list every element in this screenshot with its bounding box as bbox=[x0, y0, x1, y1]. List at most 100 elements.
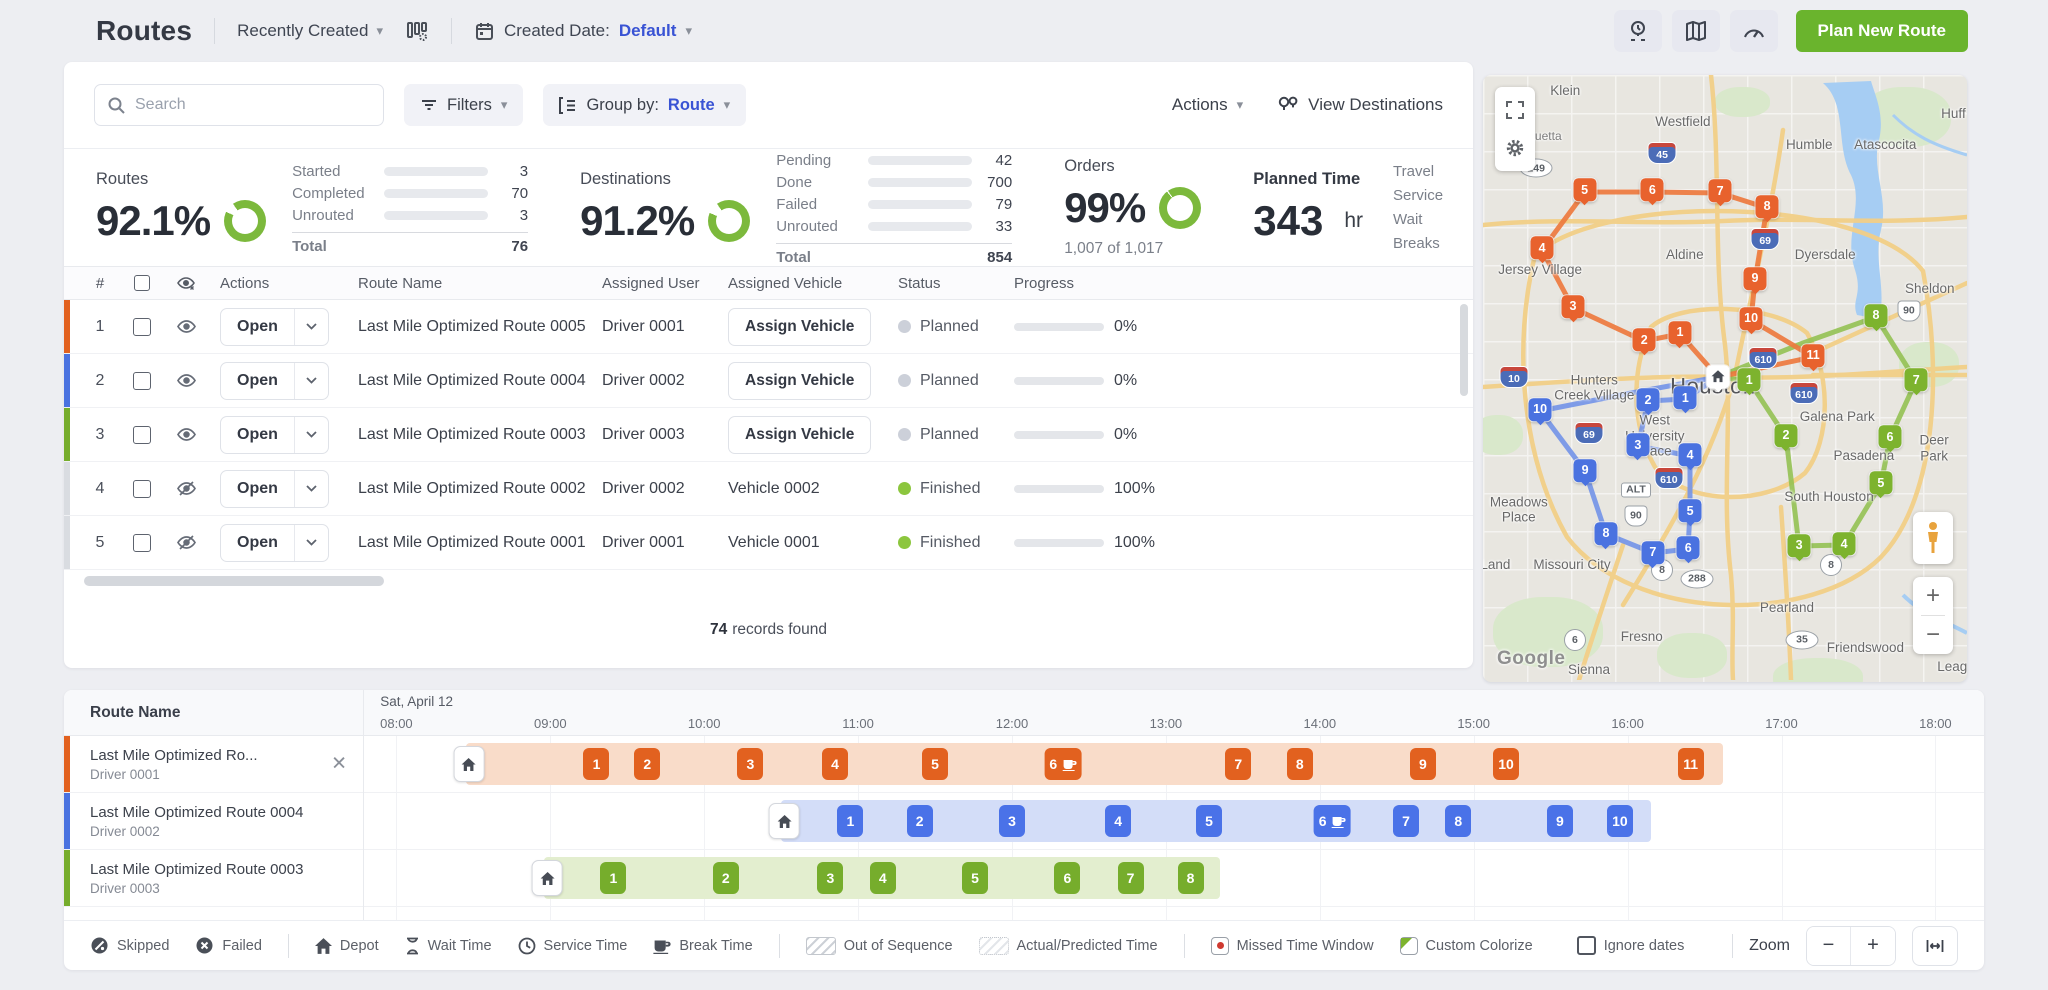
gantt-stop[interactable]: 6 bbox=[1044, 748, 1081, 780]
eye-icon[interactable] bbox=[176, 372, 197, 389]
map-stop-marker[interactable]: 8 bbox=[1865, 304, 1888, 327]
map-settings-gear-icon[interactable] bbox=[1495, 131, 1535, 165]
map-zoom-in-button[interactable]: + bbox=[1913, 577, 1953, 615]
map-stop-marker[interactable]: 6 bbox=[1879, 425, 1902, 448]
search-box[interactable] bbox=[94, 84, 384, 126]
route-name[interactable]: Last Mile Optimized Route 0005 bbox=[348, 318, 588, 336]
map-stop-marker[interactable]: 10 bbox=[1529, 398, 1552, 421]
route-name[interactable]: Last Mile Optimized Route 0004 bbox=[348, 372, 588, 390]
group-by-dropdown[interactable]: Group by: Route ▾ bbox=[543, 84, 746, 126]
dashboard-gauge-button[interactable] bbox=[1730, 10, 1778, 52]
horizontal-scrollbar-thumb[interactable] bbox=[84, 576, 384, 586]
route-name[interactable]: Last Mile Optimized Route 0001 bbox=[348, 534, 588, 552]
timeline-fit-width-button[interactable] bbox=[1912, 926, 1958, 966]
map-stop-marker[interactable]: 7 bbox=[1905, 368, 1928, 391]
gantt-stop[interactable]: 3 bbox=[817, 862, 843, 894]
gantt-stop[interactable]: 5 bbox=[922, 748, 948, 780]
open-route-button[interactable]: Open bbox=[220, 524, 329, 562]
map-stop-marker[interactable]: 9 bbox=[1744, 267, 1767, 290]
gantt-route-list-item[interactable]: Last Mile Optimized Ro... Driver 0001 ✕ bbox=[64, 736, 363, 793]
map-view-button[interactable] bbox=[1672, 10, 1720, 52]
assign-vehicle-button[interactable]: Assign Vehicle bbox=[728, 308, 871, 346]
actions-dropdown[interactable]: Actions ▾ bbox=[1172, 95, 1243, 115]
map-stop-marker[interactable]: 7 bbox=[1709, 180, 1732, 203]
table-row[interactable]: 1 Open bbox=[64, 300, 1473, 354]
gantt-stop[interactable]: 9 bbox=[1547, 805, 1573, 837]
chevron-down-icon[interactable] bbox=[294, 309, 328, 345]
depot-icon[interactable] bbox=[532, 860, 563, 896]
map-stop-marker[interactable]: 9 bbox=[1574, 459, 1597, 482]
gantt-stop[interactable]: 10 bbox=[1607, 805, 1633, 837]
gantt-stop[interactable]: 7 bbox=[1118, 862, 1144, 894]
map-stop-marker[interactable]: 7 bbox=[1641, 541, 1664, 564]
chevron-down-icon[interactable] bbox=[294, 417, 328, 453]
gantt-stop[interactable]: 9 bbox=[1410, 748, 1436, 780]
row-checkbox[interactable] bbox=[133, 318, 151, 336]
map-stop-marker[interactable]: 11 bbox=[1802, 344, 1825, 367]
gantt-stop[interactable]: 2 bbox=[634, 748, 660, 780]
columns-settings-icon[interactable] bbox=[405, 19, 429, 43]
depot-icon[interactable] bbox=[769, 803, 800, 839]
open-route-button[interactable]: Open bbox=[220, 470, 329, 508]
table-row[interactable]: 4 Open bbox=[64, 462, 1473, 516]
fullscreen-button[interactable] bbox=[1495, 93, 1535, 127]
open-route-button[interactable]: Open bbox=[220, 308, 329, 346]
chevron-down-icon[interactable] bbox=[294, 363, 328, 399]
gantt-stop[interactable]: 7 bbox=[1225, 748, 1251, 780]
gantt-stop[interactable]: 8 bbox=[1445, 805, 1471, 837]
map-stop-marker[interactable]: 1 bbox=[1738, 368, 1761, 391]
table-row[interactable]: 5 Open bbox=[64, 516, 1473, 570]
eye-off-icon[interactable] bbox=[176, 480, 197, 497]
gantt-route-list-item[interactable]: Last Mile Optimized Route 0004 Driver 00… bbox=[64, 793, 363, 850]
plan-new-route-button[interactable]: Plan New Route bbox=[1796, 10, 1968, 52]
map-stop-marker[interactable]: 3 bbox=[1562, 295, 1585, 318]
search-input[interactable] bbox=[135, 96, 371, 114]
gantt-stop[interactable]: 8 bbox=[1178, 862, 1204, 894]
visibility-column-icon[interactable] bbox=[164, 275, 208, 291]
map-stop-marker[interactable]: 5 bbox=[1573, 178, 1596, 201]
route-name[interactable]: Last Mile Optimized Route 0002 bbox=[348, 480, 588, 498]
open-route-button[interactable]: Open bbox=[220, 362, 329, 400]
map-stop-marker[interactable]: 6 bbox=[1641, 178, 1664, 201]
location-history-button[interactable] bbox=[1614, 10, 1662, 52]
map-stop-marker[interactable]: 2 bbox=[1774, 424, 1797, 447]
map-stop-marker[interactable]: 1 bbox=[1668, 321, 1691, 344]
gantt-stop[interactable]: 11 bbox=[1678, 748, 1704, 780]
map-stop-marker[interactable]: 8 bbox=[1594, 522, 1617, 545]
map-stop-marker[interactable]: 3 bbox=[1626, 433, 1649, 456]
gantt-stop[interactable]: 10 bbox=[1493, 748, 1519, 780]
row-checkbox[interactable] bbox=[133, 534, 151, 552]
row-checkbox[interactable] bbox=[133, 426, 151, 444]
eye-off-icon[interactable] bbox=[176, 534, 197, 551]
gantt-stop[interactable]: 8 bbox=[1287, 748, 1313, 780]
gantt-stop[interactable]: 1 bbox=[837, 805, 863, 837]
gantt-stop[interactable]: 5 bbox=[962, 862, 988, 894]
map-stop-marker[interactable]: 1 bbox=[1674, 387, 1697, 410]
vertical-scrollbar[interactable] bbox=[1460, 304, 1468, 396]
gantt-stop[interactable]: 1 bbox=[583, 748, 609, 780]
map[interactable]: Houston KleinWestfieldHumbleAtascocitaHu… bbox=[1483, 75, 1967, 682]
view-destinations-button[interactable]: View Destinations bbox=[1277, 95, 1443, 115]
eye-icon[interactable] bbox=[176, 426, 197, 443]
table-row[interactable]: 3 Open bbox=[64, 408, 1473, 462]
route-name[interactable]: Last Mile Optimized Route 0003 bbox=[348, 426, 588, 444]
created-date-dropdown[interactable]: Created Date: Default ▾ bbox=[474, 21, 692, 42]
gantt-route-list-item[interactable]: Last Mile Optimized Route 0003 Driver 00… bbox=[64, 850, 363, 907]
row-checkbox[interactable] bbox=[133, 480, 151, 498]
map-stop-marker[interactable]: 4 bbox=[1679, 444, 1702, 467]
gantt-stop[interactable]: 4 bbox=[870, 862, 896, 894]
gantt-stop[interactable]: 6 bbox=[1314, 805, 1351, 837]
ignore-dates-checkbox[interactable] bbox=[1577, 936, 1596, 955]
map-zoom-out-button[interactable]: − bbox=[1913, 616, 1953, 654]
select-all-checkbox[interactable] bbox=[134, 275, 150, 291]
map-stop-marker[interactable]: 5 bbox=[1679, 499, 1702, 522]
sort-dropdown[interactable]: Recently Created ▾ bbox=[237, 21, 383, 41]
chevron-down-icon[interactable] bbox=[294, 525, 328, 561]
close-icon[interactable]: ✕ bbox=[331, 755, 347, 774]
gantt-stop[interactable]: 2 bbox=[907, 805, 933, 837]
gantt-stop[interactable]: 3 bbox=[737, 748, 763, 780]
gantt-stop[interactable]: 4 bbox=[822, 748, 848, 780]
table-row[interactable]: 2 Open bbox=[64, 354, 1473, 408]
map-stop-marker[interactable]: 4 bbox=[1531, 237, 1554, 260]
open-route-button[interactable]: Open bbox=[220, 416, 329, 454]
